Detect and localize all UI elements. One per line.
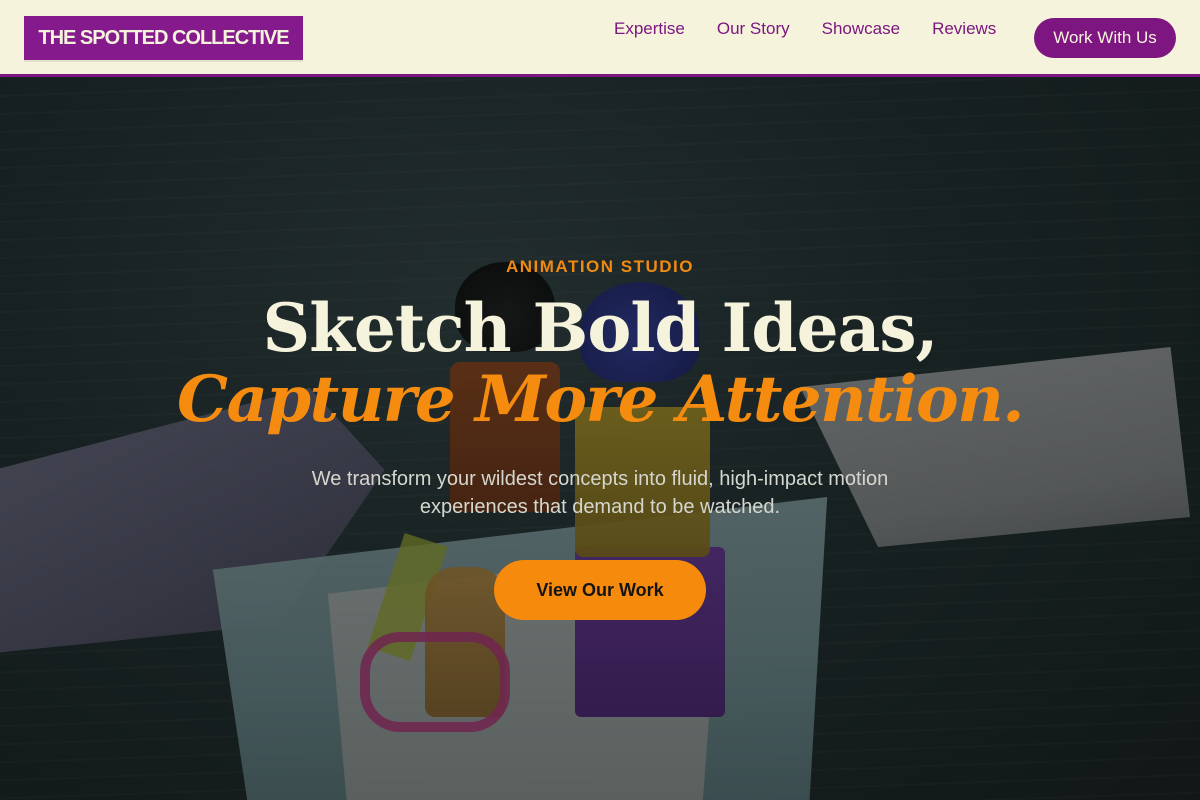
page: THE SPOTTED COLLECTIVE Expertise Our Sto… bbox=[0, 0, 1200, 800]
view-our-work-button[interactable]: View Our Work bbox=[494, 560, 706, 620]
site-header: THE SPOTTED COLLECTIVE Expertise Our Sto… bbox=[0, 0, 1200, 77]
hero-headline-line1: Sketch Bold Ideas, bbox=[262, 289, 939, 367]
nav-link-our-story[interactable]: Our Story bbox=[717, 19, 790, 39]
hero-section: ANIMATION STUDIO Sketch Bold Ideas, Capt… bbox=[0, 77, 1200, 800]
nav-link-expertise[interactable]: Expertise bbox=[614, 19, 685, 39]
hero-subtext: We transform your wildest concepts into … bbox=[311, 468, 889, 518]
hero-eyebrow: ANIMATION STUDIO bbox=[505, 257, 694, 276]
hero-headline-line2: Capture More Attention. bbox=[177, 362, 1025, 437]
hero-content: ANIMATION STUDIO Sketch Bold Ideas, Capt… bbox=[0, 77, 1200, 800]
logo[interactable]: THE SPOTTED COLLECTIVE bbox=[24, 16, 303, 60]
nav-link-showcase[interactable]: Showcase bbox=[822, 19, 900, 39]
work-with-us-button[interactable]: Work With Us bbox=[1034, 18, 1176, 58]
main-nav: Expertise Our Story Showcase Reviews bbox=[614, 19, 996, 39]
nav-link-reviews[interactable]: Reviews bbox=[932, 19, 996, 39]
